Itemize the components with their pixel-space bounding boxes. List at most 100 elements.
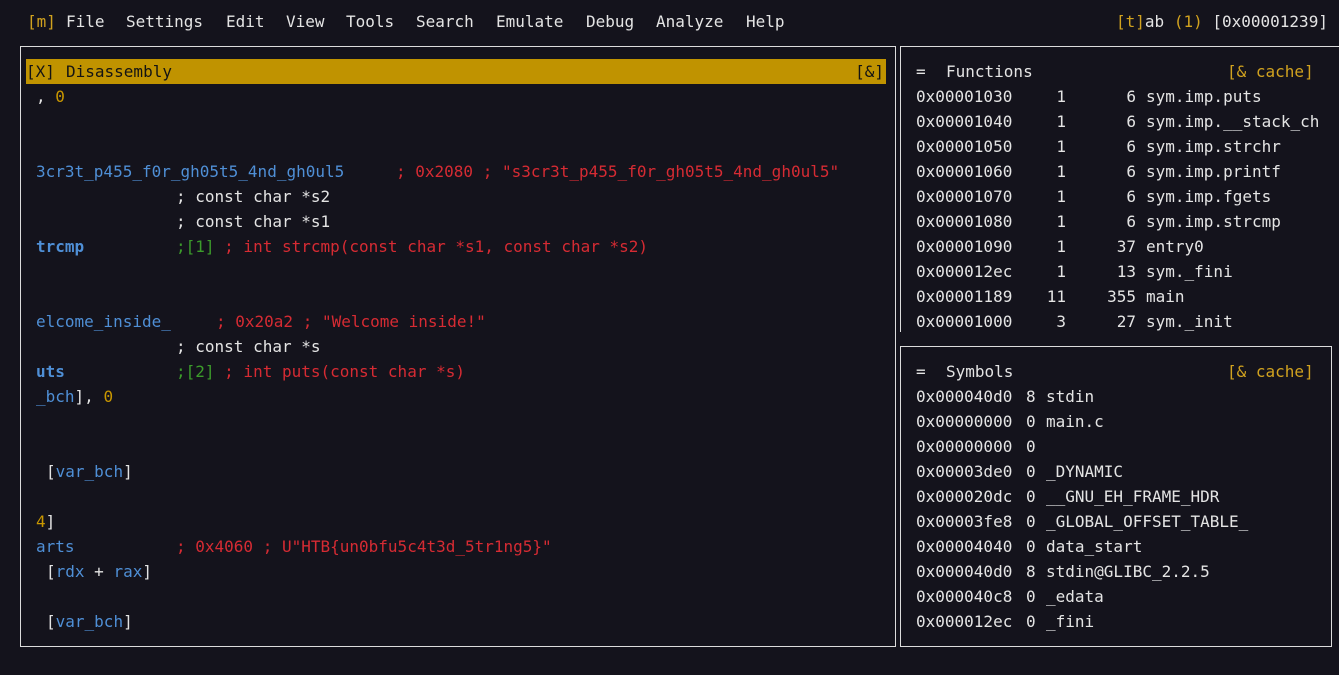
symbol-address: 0x00003de0 [916, 462, 1013, 481]
disasm-line[interactable]: _bch], 0 [36, 384, 113, 409]
disasm-xref[interactable]: ;[2] [176, 362, 215, 381]
disasm-call-target[interactable]: uts [36, 362, 65, 381]
disasm-symbol[interactable]: elcome_inside_ [36, 312, 171, 331]
function-name: sym._fini [1146, 262, 1233, 281]
symbol-size: 8 [1026, 562, 1036, 581]
menu-toggle-key[interactable]: [m] [27, 9, 56, 34]
tab-label: ab [1144, 12, 1165, 31]
function-size: 6 [1126, 137, 1136, 156]
disasm-line[interactable]: elcome_inside_ ; 0x20a2 ; "Welcome inside… [36, 309, 486, 334]
symbol-size: 0 [1026, 487, 1036, 506]
functions-cache-button[interactable]: [& cache] [1227, 59, 1314, 84]
disasm-xref[interactable]: ;[1] [176, 237, 215, 256]
menu-help[interactable]: Help [746, 9, 785, 34]
symbol-name: stdin [1046, 387, 1095, 406]
function-blocks: 3 [1056, 312, 1066, 331]
function-address: 0x00001040 [916, 112, 1013, 131]
function-name: sym.imp.strchr [1146, 137, 1281, 156]
close-button[interactable]: [X] [26, 59, 55, 84]
disasm-line[interactable]: arts ; 0x4060 ; U"HTB{un0bfu5c4t3d_5tr1ng… [36, 534, 552, 559]
disasm-bracket: [ [46, 462, 56, 481]
function-size: 6 [1126, 112, 1136, 131]
disasm-comment: ; 0x2080 ; "s3cr3t_p455_f0r_gh05t5_4nd_g… [396, 162, 840, 181]
symbol-name: _DYNAMIC [1046, 462, 1124, 481]
symbol-size: 8 [1026, 387, 1036, 406]
disasm-line[interactable]: ; const char *s [176, 334, 321, 359]
disasm-symbol[interactable]: 3cr3t_p455_f0r_gh05t5_4nd_gh0ul5 [36, 162, 344, 181]
menu-search[interactable]: Search [416, 9, 474, 34]
tab-indicator[interactable]: [t]ab (1) [0x00001239] [1116, 9, 1328, 34]
function-address: 0x00001000 [916, 312, 1013, 331]
function-blocks: 11 [1046, 287, 1066, 306]
function-size: 6 [1126, 212, 1136, 231]
functions-header: = Functions [916, 59, 1033, 84]
disasm-line[interactable]: 4] [36, 509, 55, 534]
function-name: sym.imp.__stack_ch [1146, 112, 1320, 131]
symbol-address: 0x00004040 [916, 537, 1013, 556]
symbols-cache-button[interactable]: [& cache] [1227, 359, 1314, 384]
function-blocks: 1 [1056, 112, 1066, 131]
function-address: 0x00001060 [916, 162, 1013, 181]
function-name: sym.imp.strcmp [1146, 212, 1281, 231]
function-blocks: 1 [1056, 262, 1066, 281]
symbols-title: Symbols [946, 362, 1014, 381]
symbol-size: 0 [1026, 462, 1036, 481]
disasm-line[interactable]: trcmp ;[1] ; int strcmp(const char *s1, c… [36, 234, 648, 259]
disasm-line[interactable]: , 0 [36, 84, 65, 109]
menu-emulate[interactable]: Emulate [496, 9, 563, 34]
function-address: 0x00001030 [916, 87, 1013, 106]
disasm-comment: ; const char *s1 [176, 212, 331, 231]
disasm-line[interactable]: [var_bch] [46, 459, 133, 484]
disasm-line[interactable]: uts ;[2] ; int puts(const char *s) [36, 359, 465, 384]
disasm-operand: ], [74, 387, 104, 406]
function-name: main [1146, 287, 1185, 306]
disasm-bracket: [ [46, 612, 56, 631]
symbol-size: 0 [1026, 437, 1036, 456]
function-address: 0x00001070 [916, 187, 1013, 206]
symbol-name: _edata [1046, 587, 1104, 606]
function-blocks: 1 [1056, 187, 1066, 206]
disasm-operand: , [36, 87, 56, 106]
disasm-line[interactable]: 3cr3t_p455_f0r_gh05t5_4nd_gh0ul5 ; 0x2080… [36, 159, 839, 184]
disasm-bracket: ] [123, 612, 133, 631]
function-size: 27 [1116, 312, 1136, 331]
symbol-name: _fini [1046, 612, 1095, 631]
menu-view[interactable]: View [286, 9, 325, 34]
disasm-register: rax [113, 562, 143, 581]
menu-file[interactable]: File [66, 9, 105, 34]
menu-edit[interactable]: Edit [226, 9, 265, 34]
disasm-number: 0 [55, 87, 65, 106]
symbol-name: _GLOBAL_OFFSET_TABLE_ [1046, 512, 1249, 531]
disasm-line[interactable]: ; const char *s1 [176, 209, 330, 234]
symbol-size: 0 [1026, 612, 1036, 631]
panel-menu-button[interactable]: [&] [855, 59, 884, 84]
disasm-variable[interactable]: _bch [36, 387, 75, 406]
function-size: 6 [1126, 162, 1136, 181]
disasm-number: 0 [103, 387, 114, 406]
menu-analyze[interactable]: Analyze [656, 9, 723, 34]
tab-key: [t] [1116, 12, 1145, 31]
disasm-variable[interactable]: var_bch [56, 462, 123, 481]
disasm-symbol[interactable]: arts [36, 537, 75, 556]
disasm-line[interactable]: [var_bch] [46, 609, 133, 634]
disasm-line[interactable]: [rdx + rax] [46, 559, 152, 584]
function-name: sym.imp.fgets [1146, 187, 1272, 206]
disasm-register: rdx [55, 562, 85, 581]
disasm-comment: ; int puts(const char *s) [214, 362, 465, 381]
menu-tools[interactable]: Tools [346, 9, 394, 34]
symbol-address: 0x00003fe8 [916, 512, 1013, 531]
symbol-address: 0x00000000 [916, 412, 1013, 431]
disasm-call-target[interactable]: trcmp [36, 237, 84, 256]
function-blocks: 1 [1056, 162, 1066, 181]
menu-settings[interactable]: Settings [126, 9, 203, 34]
disasm-variable[interactable]: var_bch [56, 612, 123, 631]
functions-title: Functions [946, 62, 1033, 81]
disassembly-title: Disassembly [66, 62, 172, 81]
disasm-comment: ; 0x4060 ; U"HTB{un0bfu5c4t3d_5tr1ng5}" [176, 537, 552, 556]
symbol-size: 0 [1026, 537, 1036, 556]
function-address: 0x000012ec [916, 262, 1013, 281]
disasm-line[interactable]: ; const char *s2 [176, 184, 330, 209]
disassembly-title-bar[interactable]: [X] Disassembly [&] [26, 59, 886, 84]
disasm-comment: ; int strcmp(const char *s1, const char … [214, 237, 649, 256]
menu-debug[interactable]: Debug [586, 9, 634, 34]
